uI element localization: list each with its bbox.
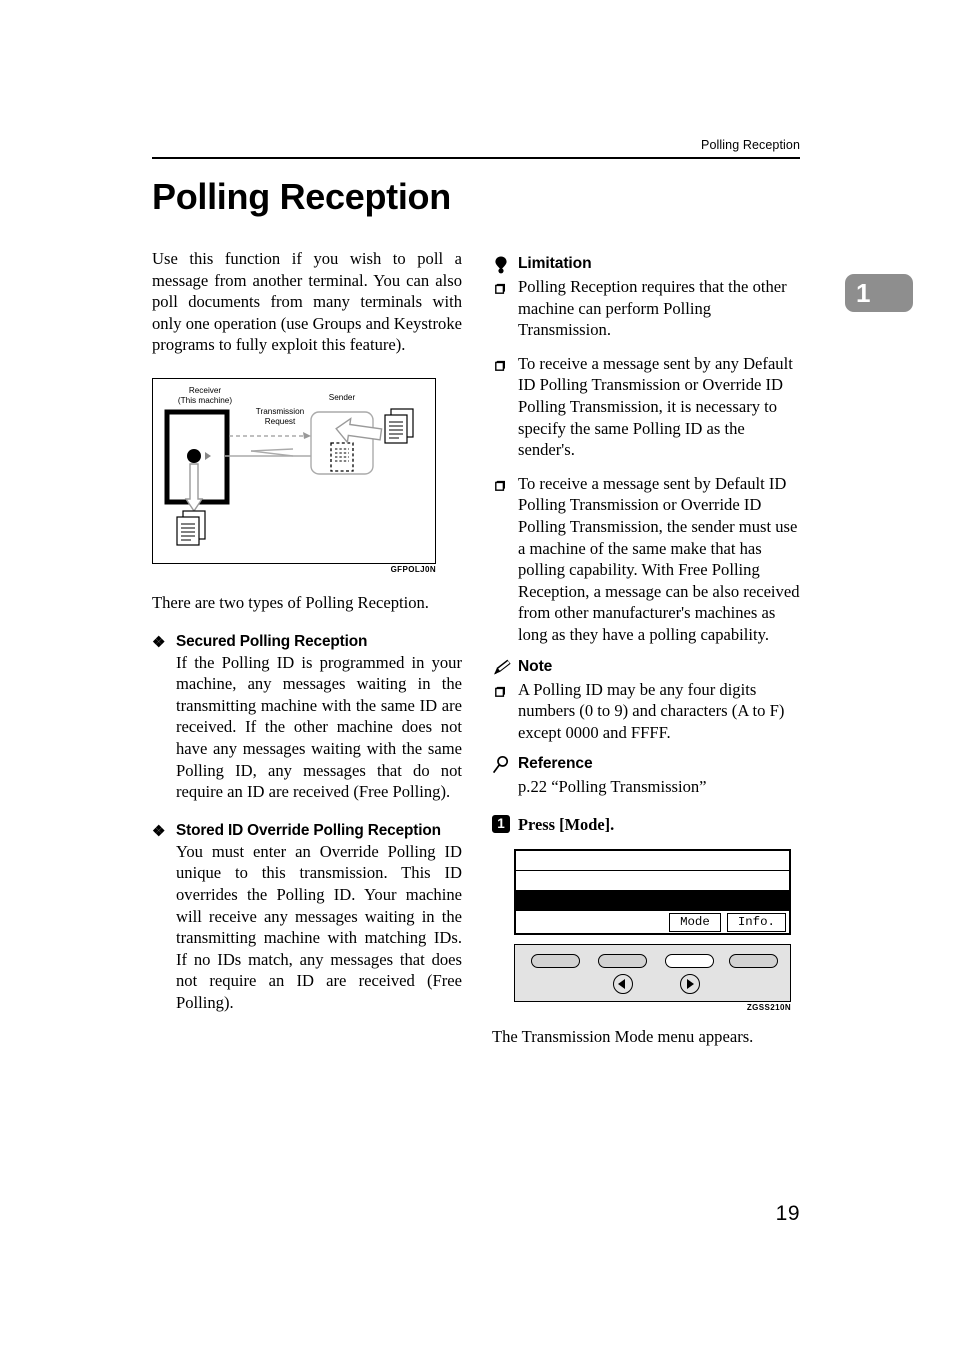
note-item: A Polling ID may be any four digits numb… [492, 679, 802, 744]
step-1: 1 Press [Mode]. [492, 814, 802, 835]
lcd-softkey-mode[interactable]: Mode [669, 912, 721, 932]
step-text: Press [Mode]. [518, 814, 615, 834]
limitation-item: To receive a message sent by any Default… [492, 353, 802, 461]
balloon-pin-icon [492, 255, 516, 275]
square-bullet-icon [495, 684, 506, 697]
lcd-row-status: Ready Set originals. Enter fax no. [516, 851, 789, 871]
note-heading: Note [492, 658, 802, 678]
right-column: Limitation Polling Reception requires th… [492, 255, 802, 1047]
magnifier-icon [492, 755, 516, 775]
lcd-softkey-info[interactable]: Info. [726, 912, 786, 932]
figure-receiver-label: Receiver (This machine) [177, 385, 233, 405]
operation-panel-figure: ZGSS210N [514, 943, 791, 1012]
panel-button-mode[interactable] [665, 953, 714, 968]
left-arrow-icon[interactable] [613, 973, 633, 994]
polling-diagram-figure: Receiver (This machine) Transmission Req… [152, 377, 462, 574]
left-column: Use this function if you wish to poll a … [152, 248, 462, 1013]
panel-button-2[interactable] [598, 953, 647, 968]
panel-button-1[interactable] [531, 953, 580, 968]
chapter-tab: 1 [845, 274, 913, 312]
figure-caption: GFPOLJ0N [390, 564, 436, 574]
note-heading-label: Note [518, 657, 553, 675]
reference-body: p.22 “Polling Transmission” [518, 777, 707, 797]
section-body-secured-polling: If the Polling ID is programmed in your … [176, 652, 462, 802]
closing-paragraph: The Transmission Mode menu appears. [492, 1026, 754, 1046]
section-heading-label: Stored ID Override Polling Reception [176, 821, 441, 839]
telephone-icon [519, 894, 536, 906]
page-title: Polling Reception [152, 176, 451, 217]
step-number-badge: 1 [492, 814, 510, 833]
square-bullet-icon [495, 281, 506, 294]
intro-paragraph: Use this function if you wish to poll a … [152, 249, 462, 355]
square-bullet-icon [495, 478, 506, 491]
panel-button-4[interactable] [729, 953, 778, 968]
operation-panel [514, 943, 791, 1002]
operation-panel-caption: ZGSS210N [746, 1002, 791, 1012]
limitation-heading-label: Limitation [518, 255, 592, 272]
pencil-icon [492, 658, 516, 678]
lcd-row-mode: Memory Trans. 100% [516, 871, 789, 891]
section-heading-label: Secured Polling Reception [176, 632, 368, 650]
limitation-item: Polling Reception requires that the othe… [492, 276, 802, 341]
section-heading-stored-id-override: ❖ Stored ID Override Polling Reception [152, 822, 462, 840]
section-body-stored-id-override: You must enter an Override Polling ID un… [176, 841, 462, 1012]
limitation-item: To receive a message sent by Default ID … [492, 473, 802, 646]
lcd-screen: Ready Set originals. Enter fax no. Memor… [514, 848, 791, 935]
right-arrow-icon[interactable] [680, 973, 700, 994]
limitation-item-text: Polling Reception requires that the othe… [518, 277, 787, 340]
chapter-tab-number: 1 [856, 278, 871, 308]
lcd-row-entry: _ Dest: 0 [516, 890, 789, 911]
types-intro-paragraph: There are two types of Polling Reception… [152, 592, 429, 612]
figure-sender-label: Sender [328, 392, 356, 402]
section-heading-secured-polling: ❖ Secured Polling Reception [152, 633, 462, 651]
limitation-item-text: To receive a message sent by any Default… [518, 353, 793, 460]
limitation-heading: Limitation [492, 255, 802, 275]
page-number: 19 [775, 1202, 800, 1225]
note-item-text: A Polling ID may be any four digits numb… [518, 679, 785, 742]
polling-diagram: Receiver (This machine) Transmission Req… [152, 377, 436, 564]
diamond-bullet-icon: ❖ [152, 633, 166, 651]
reference-heading: Reference [492, 755, 802, 775]
lcd-softkey-group: Mode Info. [669, 912, 786, 932]
header-rule [152, 157, 800, 159]
figure-request-label: Transmission Request [255, 406, 305, 426]
running-header: Polling Reception [701, 138, 800, 152]
reference-heading-label: Reference [518, 755, 593, 773]
lcd-row-softkeys: Mode Info. [516, 911, 789, 933]
limitation-item-text: To receive a message sent by Default ID … [518, 473, 800, 644]
square-bullet-icon [495, 358, 506, 371]
diamond-bullet-icon: ❖ [152, 822, 166, 840]
